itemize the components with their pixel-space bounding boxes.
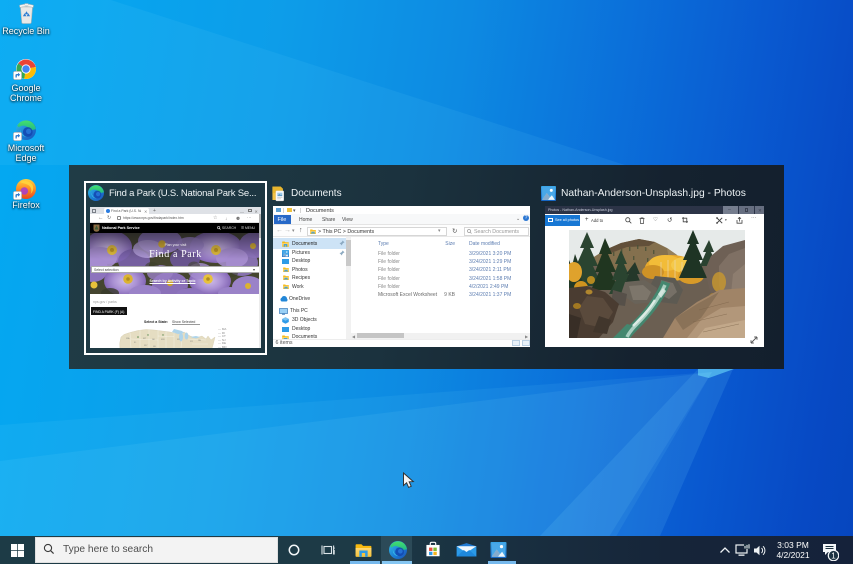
svg-text:WA: WA	[126, 337, 130, 340]
svg-text:NY: NY	[190, 341, 194, 343]
svg-text:SD: SD	[153, 346, 156, 348]
svg-text:1: 1	[831, 552, 836, 561]
svg-text:WY: WY	[144, 345, 148, 347]
svg-text:ND: ND	[152, 339, 156, 341]
svg-text:MN: MN	[161, 339, 165, 341]
svg-text:WI: WI	[177, 339, 180, 341]
